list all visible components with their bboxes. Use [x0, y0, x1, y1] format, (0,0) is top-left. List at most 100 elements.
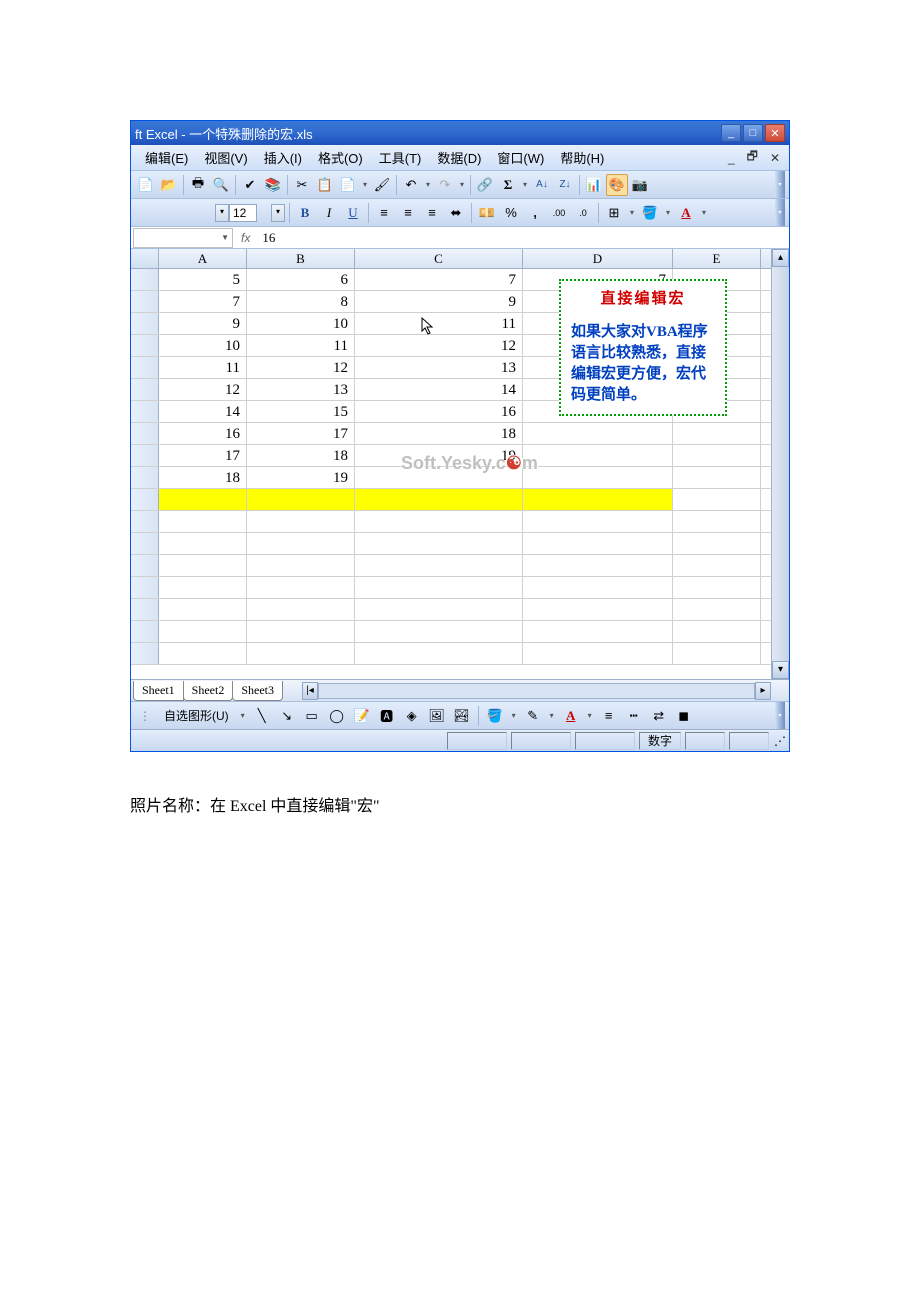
- font-color-draw-dropdown-icon[interactable]: ▾: [585, 711, 595, 720]
- fill-draw-dropdown-icon[interactable]: ▾: [509, 711, 519, 720]
- menu-help[interactable]: 帮助(H): [552, 145, 612, 170]
- vertical-scrollbar[interactable]: ▴ ▾: [771, 249, 789, 679]
- menu-tools[interactable]: 工具(T): [371, 145, 430, 170]
- font-size-input[interactable]: 12: [229, 204, 257, 222]
- paste-icon[interactable]: 📄: [337, 174, 359, 196]
- spelling-icon[interactable]: ✔: [239, 174, 261, 196]
- align-right-icon[interactable]: ≡: [421, 202, 443, 224]
- print-icon[interactable]: 🖶: [187, 174, 209, 196]
- spreadsheet-grid[interactable]: A B C D E 567778991011101112111213121314…: [131, 249, 771, 679]
- decrease-decimal-icon[interactable]: .0: [572, 202, 594, 224]
- scroll-left-end-icon[interactable]: |◂: [302, 682, 318, 700]
- italic-button[interactable]: I: [318, 202, 340, 224]
- borders-icon[interactable]: ⊞: [603, 202, 625, 224]
- table-row[interactable]: 1819: [131, 467, 771, 489]
- close-button[interactable]: ✕: [765, 124, 785, 142]
- sort-desc-icon[interactable]: Z↓: [554, 174, 576, 196]
- currency-icon[interactable]: 💴: [476, 202, 498, 224]
- align-center-icon[interactable]: ≡: [397, 202, 419, 224]
- select-all-corner[interactable]: [131, 249, 159, 268]
- empty-row[interactable]: [131, 621, 771, 643]
- menu-format[interactable]: 格式(O): [310, 145, 371, 170]
- textbox-icon[interactable]: 📝: [351, 705, 373, 727]
- line-icon[interactable]: ╲: [251, 705, 273, 727]
- fill-color-icon[interactable]: 🪣: [639, 202, 661, 224]
- chart-icon[interactable]: 📊: [583, 174, 605, 196]
- font-color-icon[interactable]: A: [675, 202, 697, 224]
- redo-icon[interactable]: ↷: [434, 174, 456, 196]
- empty-row[interactable]: [131, 489, 771, 511]
- scroll-right-icon[interactable]: ▸: [755, 682, 771, 700]
- empty-row[interactable]: [131, 555, 771, 577]
- inner-restore-icon[interactable]: 🗗: [744, 147, 761, 168]
- open-icon[interactable]: 📂: [158, 174, 180, 196]
- autoshapes-dropdown-icon[interactable]: ▾: [238, 711, 248, 720]
- cut-icon[interactable]: ✂: [291, 174, 313, 196]
- bold-button[interactable]: B: [294, 202, 316, 224]
- copy-icon[interactable]: 📋: [314, 174, 336, 196]
- wordart-icon[interactable]: 🅰: [376, 705, 398, 727]
- empty-row[interactable]: [131, 533, 771, 555]
- dash-style-icon[interactable]: ┅: [623, 705, 645, 727]
- maximize-button[interactable]: □: [743, 124, 763, 142]
- table-row[interactable]: 161718: [131, 423, 771, 445]
- font-color-dropdown-icon[interactable]: ▾: [699, 208, 709, 217]
- font-dropdown-icon[interactable]: ▾: [215, 204, 229, 222]
- menu-edit[interactable]: 编辑(E): [137, 145, 196, 170]
- paste-dropdown-icon[interactable]: ▾: [360, 180, 370, 189]
- menu-view[interactable]: 视图(V): [196, 145, 255, 170]
- format-toolbar-options-icon[interactable]: ▾: [775, 199, 785, 226]
- horizontal-scrollbar[interactable]: [318, 683, 755, 699]
- sheet-tab-1[interactable]: Sheet1: [133, 681, 184, 701]
- empty-row[interactable]: [131, 577, 771, 599]
- oval-icon[interactable]: ◯: [326, 705, 348, 727]
- col-header-a[interactable]: A: [159, 249, 247, 268]
- name-box[interactable]: [133, 228, 233, 248]
- scroll-up-icon[interactable]: ▴: [772, 249, 789, 267]
- inner-minimize-icon[interactable]: _: [725, 151, 738, 165]
- autosum-dropdown-icon[interactable]: ▾: [520, 180, 530, 189]
- toolbar-options-icon[interactable]: ▾: [775, 171, 785, 198]
- col-header-b[interactable]: B: [247, 249, 355, 268]
- menu-insert[interactable]: 插入(I): [256, 145, 310, 170]
- fill-dropdown-icon[interactable]: ▾: [663, 208, 673, 217]
- drawing-toggle-icon[interactable]: 🎨: [606, 174, 628, 196]
- formula-input[interactable]: [258, 229, 789, 247]
- line-color-icon[interactable]: ✎: [522, 705, 544, 727]
- scroll-down-icon[interactable]: ▾: [772, 661, 789, 679]
- fill-color-draw-icon[interactable]: 🪣: [484, 705, 506, 727]
- undo-icon[interactable]: ↶: [400, 174, 422, 196]
- inner-close-icon[interactable]: ✕: [767, 151, 783, 165]
- increase-decimal-icon[interactable]: .00: [548, 202, 570, 224]
- fx-icon[interactable]: fx: [241, 231, 250, 245]
- camera-icon[interactable]: 📷: [629, 174, 651, 196]
- research-icon[interactable]: 📚: [262, 174, 284, 196]
- arrow-style-icon[interactable]: ⇄: [648, 705, 670, 727]
- sheet-tab-3[interactable]: Sheet3: [232, 681, 283, 701]
- clipart-icon[interactable]: 🖼: [426, 705, 448, 727]
- picture-icon[interactable]: 🏞: [451, 705, 473, 727]
- align-left-icon[interactable]: ≡: [373, 202, 395, 224]
- percent-button[interactable]: %: [500, 202, 522, 224]
- menu-window[interactable]: 窗口(W): [489, 145, 552, 170]
- preview-icon[interactable]: 🔍: [210, 174, 232, 196]
- font-size-dropdown-icon[interactable]: ▾: [271, 204, 285, 222]
- redo-dropdown-icon[interactable]: ▾: [457, 180, 467, 189]
- merge-cells-icon[interactable]: ⬌: [445, 202, 467, 224]
- table-row[interactable]: 171819: [131, 445, 771, 467]
- comma-button[interactable]: ,: [524, 202, 546, 224]
- line-style-icon[interactable]: ≡: [598, 705, 620, 727]
- rectangle-icon[interactable]: ▭: [301, 705, 323, 727]
- minimize-button[interactable]: _: [721, 124, 741, 142]
- empty-row[interactable]: [131, 511, 771, 533]
- borders-dropdown-icon[interactable]: ▾: [627, 208, 637, 217]
- format-painter-icon[interactable]: 🖌: [371, 174, 393, 196]
- diagram-icon[interactable]: ◈: [401, 705, 423, 727]
- menu-data[interactable]: 数据(D): [429, 145, 489, 170]
- col-header-d[interactable]: D: [523, 249, 673, 268]
- new-icon[interactable]: 📄: [135, 174, 157, 196]
- empty-row[interactable]: [131, 599, 771, 621]
- col-header-c[interactable]: C: [355, 249, 523, 268]
- font-color-draw-icon[interactable]: A: [560, 705, 582, 727]
- col-header-e[interactable]: E: [673, 249, 761, 268]
